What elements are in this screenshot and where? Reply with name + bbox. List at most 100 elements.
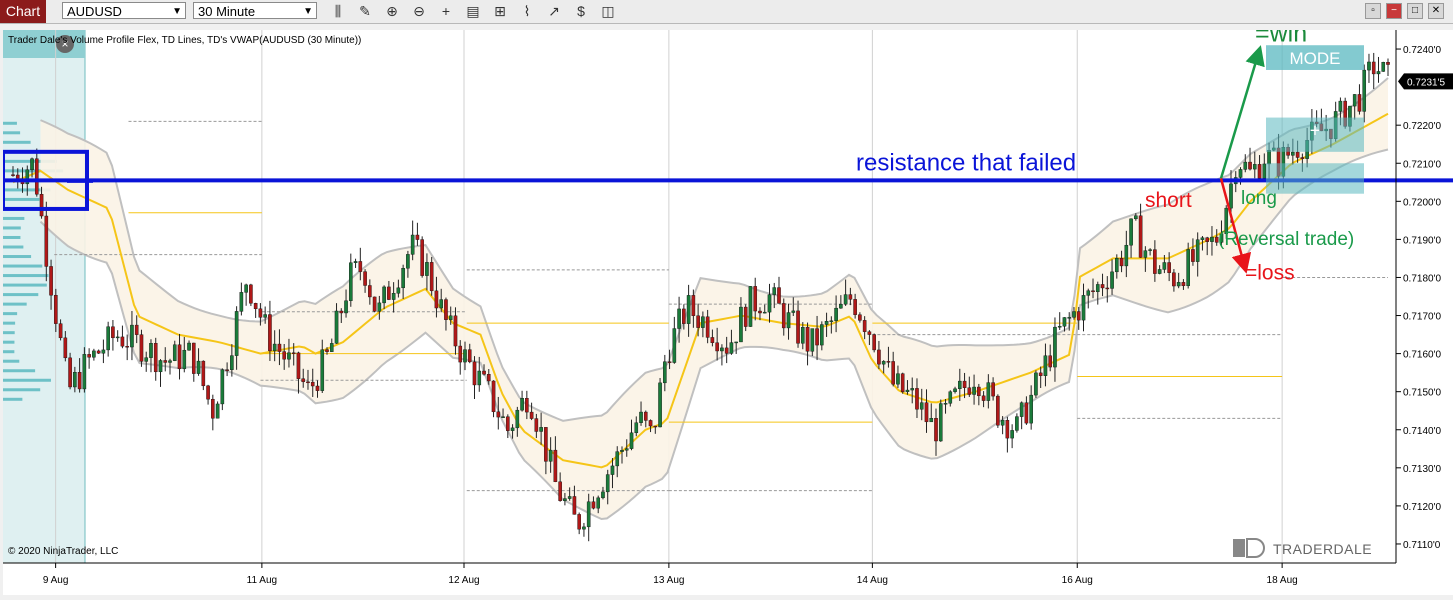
- candle-body: [353, 261, 358, 263]
- candle: [996, 394, 1000, 428]
- close-window-button[interactable]: ✕: [1428, 3, 1444, 19]
- candle-body: [1248, 161, 1252, 170]
- candle-body: [577, 514, 581, 530]
- candle-body: [1200, 237, 1205, 240]
- interval-value: 30 Minute: [198, 4, 256, 19]
- candle-body: [1157, 269, 1162, 274]
- candle: [139, 329, 144, 367]
- candle: [96, 349, 101, 354]
- y-tick-label: 0.7210'0: [1403, 159, 1441, 170]
- candle-body: [34, 158, 39, 195]
- drawing-icon[interactable]: ↗: [544, 2, 564, 21]
- candle: [1371, 52, 1376, 90]
- volume-bar: [3, 140, 31, 144]
- candle-body: [1119, 257, 1124, 267]
- volume-bar: [3, 216, 25, 220]
- candle-body: [867, 331, 872, 335]
- y-tick-label: 0.7190'0: [1403, 235, 1441, 246]
- candle-body: [1229, 183, 1233, 209]
- instrument-value: AUDUSD: [67, 4, 122, 19]
- indicator-icon[interactable]: ⌇: [517, 2, 537, 21]
- zoom-in-icon[interactable]: ⊕: [382, 2, 402, 21]
- candle-body: [1048, 355, 1052, 368]
- candle: [472, 356, 477, 400]
- restore-button[interactable]: ▫: [1365, 3, 1381, 19]
- candle-body: [653, 425, 658, 428]
- candle-body: [553, 449, 558, 482]
- candle-body: [486, 374, 491, 382]
- candle-body: [415, 234, 420, 240]
- candle: [211, 394, 215, 431]
- bar-chart-icon[interactable]: ⫼: [328, 2, 348, 21]
- candle: [1381, 61, 1386, 72]
- candle-body: [363, 271, 367, 286]
- candle-body: [910, 388, 915, 391]
- candle-body: [425, 262, 429, 276]
- volume-bar: [3, 312, 18, 316]
- y-tick-label: 0.7240'0: [1403, 45, 1441, 56]
- candle-body: [253, 303, 258, 310]
- candle-body: [39, 194, 44, 217]
- candle-body: [1038, 372, 1043, 376]
- current-price-label: 0.7231'5: [1407, 77, 1445, 88]
- candle: [1015, 413, 1019, 433]
- volume-bar: [3, 264, 43, 268]
- properties-icon[interactable]: ▤: [463, 2, 483, 21]
- candle-body: [591, 501, 596, 509]
- template-icon[interactable]: $: [571, 2, 591, 21]
- candle-body: [1029, 394, 1033, 424]
- candle: [191, 342, 196, 382]
- candle: [125, 334, 129, 361]
- window-icon[interactable]: ◫: [598, 2, 618, 21]
- candle: [1057, 312, 1062, 330]
- strategy-icon[interactable]: ⊞: [490, 2, 510, 21]
- chart-panel[interactable]: × resistance that failed MODE + =win =loss sh…: [1, 19, 1453, 595]
- candle: [1367, 53, 1371, 83]
- candle-body: [1262, 163, 1267, 179]
- resistance-label: resistance that failed: [856, 149, 1076, 176]
- candle-body: [919, 402, 924, 410]
- candle-body: [582, 526, 586, 530]
- candle: [215, 401, 220, 419]
- candle: [1386, 58, 1390, 77]
- x-tick-label: 11 Aug: [247, 575, 277, 586]
- y-tick-label: 0.7150'0: [1403, 388, 1441, 399]
- candle: [353, 258, 358, 268]
- candle-body: [501, 416, 505, 418]
- candle: [415, 222, 420, 246]
- volume-profile-area: [3, 30, 85, 563]
- candle: [1019, 401, 1024, 430]
- candle-body: [63, 337, 68, 359]
- candle-body: [829, 320, 834, 322]
- candle-body: [734, 341, 738, 344]
- candle-body: [558, 481, 562, 501]
- candle-body: [753, 286, 758, 312]
- candle: [201, 360, 206, 391]
- candle-body: [705, 316, 710, 338]
- candle-body: [1062, 317, 1067, 327]
- close-button[interactable]: −: [1386, 3, 1402, 19]
- candle-body: [996, 395, 1000, 426]
- chart-tab[interactable]: Chart: [0, 0, 46, 23]
- candle-body: [972, 386, 976, 395]
- pencil-icon[interactable]: ✎: [355, 2, 375, 21]
- candle-body: [139, 334, 144, 362]
- candle: [748, 286, 753, 327]
- candle-body: [111, 326, 115, 339]
- instrument-select[interactable]: AUDUSD ▼: [62, 2, 186, 19]
- crosshair-icon[interactable]: +: [436, 2, 456, 21]
- candle-body: [724, 347, 729, 354]
- maximize-button[interactable]: □: [1407, 3, 1423, 19]
- candle-body: [525, 398, 529, 413]
- volume-bar: [3, 321, 16, 325]
- y-tick-label: 0.7140'0: [1403, 426, 1441, 437]
- candle-body: [444, 299, 448, 320]
- candle-body: [729, 342, 734, 354]
- interval-select[interactable]: 30 Minute ▼: [193, 2, 317, 19]
- candle: [244, 283, 248, 306]
- price-chart[interactable]: × resistance that failed MODE + =win =loss sh…: [1, 19, 1453, 595]
- zoom-out-icon[interactable]: ⊖: [409, 2, 429, 21]
- candle-body: [239, 292, 244, 312]
- candle-body: [1072, 311, 1076, 318]
- candle: [249, 283, 253, 307]
